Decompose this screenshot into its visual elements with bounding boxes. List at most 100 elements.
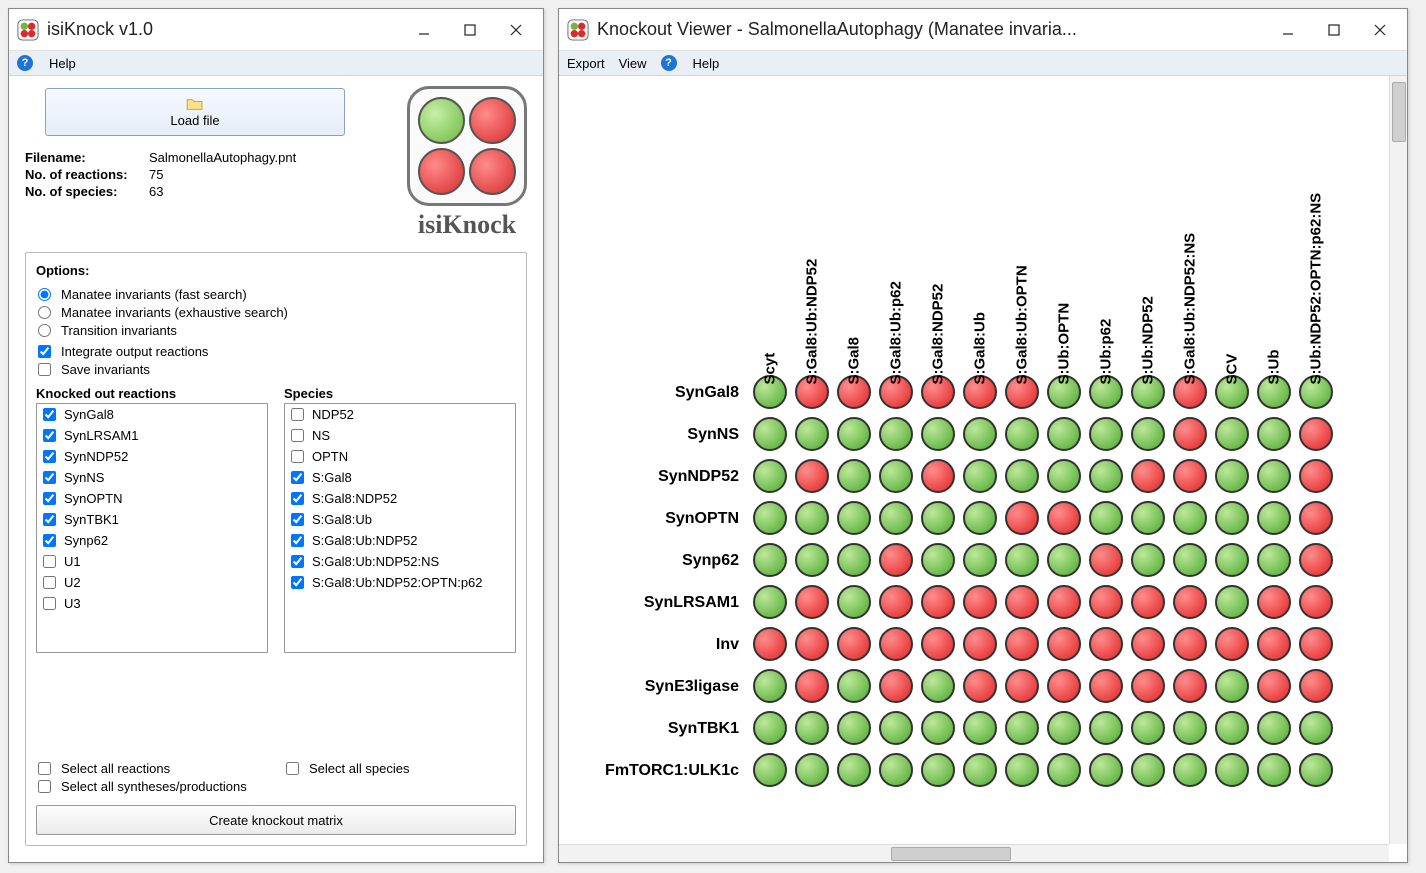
species-item[interactable]: OPTN <box>285 446 515 467</box>
reaction-item[interactable]: SynNS <box>37 467 267 488</box>
species-item[interactable]: NDP52 <box>285 404 515 425</box>
matrix-cell <box>1169 624 1211 666</box>
horizontal-scrollbar[interactable] <box>559 844 1389 862</box>
matrix-cell <box>1253 750 1295 792</box>
reaction-checkbox[interactable] <box>43 471 56 484</box>
green-dot-icon <box>1215 711 1249 745</box>
reaction-item[interactable]: Synp62 <box>37 530 267 551</box>
minimize-button[interactable] <box>401 13 447 47</box>
reaction-item[interactable]: SynTBK1 <box>37 509 267 530</box>
close-button[interactable] <box>493 13 539 47</box>
matrix-cell <box>1211 750 1253 792</box>
red-dot-icon <box>1089 669 1123 703</box>
species-label: S:Gal8:NDP52 <box>312 491 397 506</box>
reaction-checkbox[interactable] <box>43 450 56 463</box>
green-dot-icon <box>1047 753 1081 787</box>
species-checkbox[interactable] <box>291 471 304 484</box>
green-dot-icon <box>795 417 829 451</box>
menu-help[interactable]: Help <box>693 56 720 71</box>
matrix-cell <box>1253 582 1295 624</box>
menu-help[interactable]: Help <box>49 56 76 71</box>
matrix-cell <box>833 582 875 624</box>
reaction-item[interactable]: U1 <box>37 551 267 572</box>
matrix-cell <box>1001 750 1043 792</box>
select-all-species-checkbox[interactable] <box>286 762 299 775</box>
matrix-cell <box>1295 750 1337 792</box>
select-all-synth-checkbox[interactable] <box>38 780 51 793</box>
reactions-listbox[interactable]: SynGal8SynLRSAM1SynNDP52SynNSSynOPTNSynT… <box>36 403 268 653</box>
menu-export[interactable]: Export <box>567 56 605 71</box>
green-dot-icon <box>963 501 997 535</box>
species-checkbox[interactable] <box>291 513 304 526</box>
red-dot-icon <box>1257 585 1291 619</box>
green-dot-icon <box>753 501 787 535</box>
reaction-checkbox[interactable] <box>43 492 56 505</box>
green-dot-icon <box>795 543 829 577</box>
load-file-button[interactable]: Load file <box>45 88 345 136</box>
create-matrix-button[interactable]: Create knockout matrix <box>36 805 516 835</box>
green-dot-icon <box>1173 543 1207 577</box>
species-checkbox[interactable] <box>291 534 304 547</box>
menu-view[interactable]: View <box>619 56 647 71</box>
red-dot-icon <box>1131 627 1165 661</box>
reaction-checkbox[interactable] <box>43 429 56 442</box>
red-dot-icon <box>963 669 997 703</box>
reaction-checkbox[interactable] <box>43 534 56 547</box>
reaction-item[interactable]: U3 <box>37 593 267 614</box>
species-checkbox[interactable] <box>291 450 304 463</box>
green-dot-icon <box>1005 543 1039 577</box>
species-item[interactable]: S:Gal8:Ub:NDP52:OPTN:p62 <box>285 572 515 593</box>
green-dot-icon <box>1089 417 1123 451</box>
minimize-button[interactable] <box>1265 13 1311 47</box>
species-item[interactable]: S:Gal8:NDP52 <box>285 488 515 509</box>
reaction-item[interactable]: SynGal8 <box>37 404 267 425</box>
species-item[interactable]: S:Gal8:Ub <box>285 509 515 530</box>
species-checkbox[interactable] <box>291 429 304 442</box>
select-all-reactions-checkbox[interactable] <box>38 762 51 775</box>
reaction-item[interactable]: SynOPTN <box>37 488 267 509</box>
green-dot-icon <box>1089 753 1123 787</box>
species-checkbox[interactable] <box>291 408 304 421</box>
species-checkbox[interactable] <box>291 492 304 505</box>
species-item[interactable]: NS <box>285 425 515 446</box>
matrix-cell <box>875 624 917 666</box>
reaction-checkbox[interactable] <box>43 513 56 526</box>
reaction-checkbox[interactable] <box>43 576 56 589</box>
species-item[interactable]: S:Gal8:Ub:NDP52 <box>285 530 515 551</box>
matrix-cell <box>875 414 917 456</box>
reaction-checkbox[interactable] <box>43 555 56 568</box>
species-listbox[interactable]: NDP52NSOPTNS:Gal8 S:Gal8:NDP52 S:Gal8:Ub S:… <box>284 403 516 653</box>
maximize-button[interactable] <box>1311 13 1357 47</box>
matrix-area[interactable]: ScytS:Gal8:Ub:NDP52S:Gal8S:Gal8:Ub:p62S:… <box>559 76 1407 862</box>
green-dot-icon <box>753 753 787 787</box>
matrix-cell <box>1043 540 1085 582</box>
species-label: S:Gal8:Ub:NDP52 <box>312 533 418 548</box>
matrix-cell <box>1001 456 1043 498</box>
reaction-checkbox[interactable] <box>43 408 56 421</box>
matrix-cell <box>1043 750 1085 792</box>
reaction-item[interactable]: SynNDP52 <box>37 446 267 467</box>
matrix-cell <box>1001 666 1043 708</box>
vertical-scrollbar[interactable] <box>1389 76 1407 844</box>
species-checkbox[interactable] <box>291 576 304 589</box>
red-dot-icon <box>879 669 913 703</box>
matrix-cell <box>791 540 833 582</box>
reaction-item[interactable]: SynLRSAM1 <box>37 425 267 446</box>
species-item[interactable]: S:Gal8 <box>285 467 515 488</box>
species-item[interactable]: S:Gal8:Ub:NDP52:NS <box>285 551 515 572</box>
matrix-cell <box>749 750 791 792</box>
option-radio-2[interactable] <box>38 324 51 337</box>
reaction-checkbox[interactable] <box>43 597 56 610</box>
matrix-cell <box>1127 456 1169 498</box>
option-radio-0[interactable] <box>38 288 51 301</box>
species-checkbox[interactable] <box>291 555 304 568</box>
matrix-col-header: Scyt <box>749 82 791 372</box>
red-dot-icon <box>1131 669 1165 703</box>
option-check-1[interactable] <box>38 363 51 376</box>
option-radio-1[interactable] <box>38 306 51 319</box>
reaction-item[interactable]: U2 <box>37 572 267 593</box>
close-button[interactable] <box>1357 13 1403 47</box>
maximize-button[interactable] <box>447 13 493 47</box>
option-check-0[interactable] <box>38 345 51 358</box>
green-dot-icon <box>1047 543 1081 577</box>
